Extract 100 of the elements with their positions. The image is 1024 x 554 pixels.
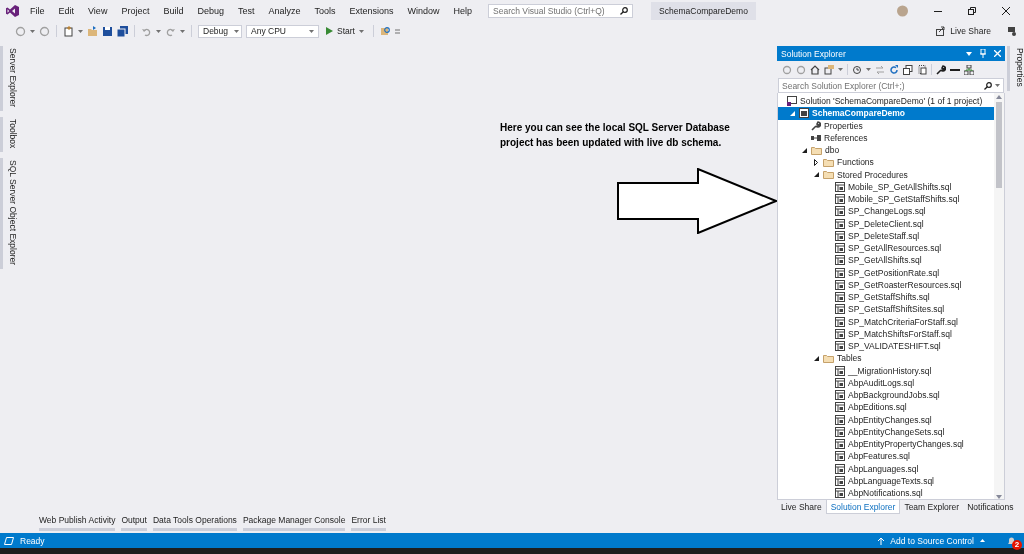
sync-icon[interactable] <box>875 64 885 75</box>
configuration-dropdown[interactable]: Debug <box>198 24 242 38</box>
forward-icon[interactable] <box>39 25 50 37</box>
tree-item[interactable]: dbo <box>778 144 994 157</box>
tree-item[interactable]: Tables <box>778 352 994 365</box>
save-icon[interactable] <box>102 25 113 37</box>
menu-item[interactable]: Analyze <box>261 6 308 16</box>
tree-item[interactable]: AbpFeatures.sql <box>778 450 994 463</box>
tree-item[interactable]: AbpBackgroundJobs.sql <box>778 389 994 402</box>
caret-icon[interactable] <box>995 84 1000 87</box>
collapsed-arrow-icon[interactable] <box>814 158 818 166</box>
caret-icon[interactable] <box>78 29 83 33</box>
tree-item[interactable]: AbpEditions.sql <box>778 401 994 414</box>
menu-item[interactable]: File <box>23 6 52 16</box>
tree-item[interactable]: SP_DeleteClient.sql <box>778 217 994 230</box>
folder-icon <box>823 157 834 167</box>
search-field[interactable]: Search Solution Explorer (Ctrl+;) <box>778 78 1004 93</box>
menu-item[interactable]: Debug <box>190 6 231 16</box>
home-icon[interactable] <box>810 64 820 75</box>
caret-icon[interactable] <box>838 68 843 71</box>
tree-item[interactable]: AbpAuditLogs.sql <box>778 376 994 389</box>
back-icon[interactable] <box>15 25 26 37</box>
source-control-button[interactable]: Add to Source Control <box>878 535 985 546</box>
tree-item[interactable]: Mobile_SP_GetStaffShifts.sql <box>778 193 994 206</box>
script-file-icon <box>835 255 845 266</box>
tree-item[interactable]: __MigrationHistory.sql <box>778 364 994 377</box>
class-diagram-icon[interactable] <box>964 64 974 75</box>
tree-item[interactable]: SP_MatchShiftsForStaff.sql <box>778 327 994 340</box>
tree-item[interactable]: AbpEntityPropertyChanges.sql <box>778 438 994 451</box>
wrench-icon[interactable] <box>936 64 946 75</box>
side-tab[interactable]: Server Explorer <box>0 46 18 112</box>
caret-icon[interactable] <box>866 68 871 71</box>
caret-icon[interactable] <box>966 51 972 56</box>
tree-item[interactable]: References <box>778 131 994 144</box>
panel-tab[interactable]: Solution Explorer <box>825 500 901 514</box>
tree-item[interactable]: Functions <box>778 156 994 169</box>
tree-item[interactable]: AbpEntityChanges.sql <box>778 413 994 426</box>
panel-tab[interactable]: Team Explorer <box>900 500 964 514</box>
search-field[interactable]: Search Visual Studio (Ctrl+Q) <box>488 4 634 18</box>
menu-item[interactable]: Test <box>230 6 262 16</box>
collapse-all-icon[interactable] <box>903 64 913 75</box>
pin-icon[interactable] <box>980 49 986 58</box>
expanded-arrow-icon[interactable] <box>813 355 819 361</box>
restore-icon[interactable] <box>968 7 976 15</box>
back-icon[interactable] <box>782 64 792 75</box>
menu-item[interactable]: Project <box>114 6 157 16</box>
caret-icon[interactable] <box>30 29 35 33</box>
script-file-icon <box>835 194 845 205</box>
refresh-icon[interactable] <box>889 64 899 75</box>
menu-item[interactable]: Build <box>156 6 191 16</box>
panel-tab[interactable]: Live Share <box>777 500 826 514</box>
tree-item[interactable]: Properties <box>778 119 994 132</box>
tree-item[interactable]: SP_VALIDATESHIFT.sql <box>778 340 994 353</box>
live-share-button[interactable]: Live Share <box>932 26 995 36</box>
menu-item[interactable]: View <box>81 6 115 16</box>
close-icon[interactable] <box>1002 7 1010 15</box>
side-tab[interactable]: SQL Server Object Explorer <box>0 158 18 270</box>
tree-item[interactable]: AbpNotifications.sql <box>778 487 994 499</box>
tree-item[interactable]: SP_GetAllShifts.sql <box>778 254 994 267</box>
tree-item[interactable]: AbpLanguages.sql <box>778 462 994 475</box>
tree-item[interactable]: Stored Procedures <box>778 168 994 181</box>
menu-item[interactable]: Window <box>400 6 447 16</box>
tree-item[interactable]: Solution 'SchemaCompareDemo' (1 of 1 project) <box>778 95 994 108</box>
tree-item[interactable]: SP_MatchCriteriaForStaff.sql <box>778 315 994 328</box>
start-button[interactable]: Start <box>323 26 367 36</box>
visual-studio-logo <box>6 5 19 17</box>
caret-icon[interactable] <box>180 29 185 33</box>
tree-item[interactable]: SchemaCompareDemo <box>778 107 994 120</box>
menu-item[interactable]: Extensions <box>342 6 401 16</box>
menu-item[interactable]: Tools <box>307 6 343 16</box>
tree-item[interactable]: SP_GetPositionRate.sql <box>778 266 994 279</box>
expanded-arrow-icon[interactable] <box>801 147 807 153</box>
tree-item[interactable]: SP_GetStaffShiftSites.sql <box>778 303 994 316</box>
tree-item[interactable]: AbpLanguageTexts.sql <box>778 474 994 487</box>
caret-icon[interactable] <box>156 29 161 33</box>
script-file-icon <box>835 181 845 192</box>
menu-item[interactable]: Edit <box>51 6 82 16</box>
panel-tab[interactable]: Notifications <box>963 500 1018 514</box>
tree-item[interactable]: AbpEntityChangeSets.sql <box>778 425 994 438</box>
tree-item[interactable]: SP_ChangeLogs.sql <box>778 205 994 218</box>
tree-item[interactable]: SP_GetRoasterResources.sql <box>778 278 994 291</box>
new-item-icon[interactable] <box>63 25 74 37</box>
save-all-icon[interactable] <box>117 25 128 37</box>
tree-item[interactable]: SP_GetStaffShifts.sql <box>778 291 994 304</box>
menu-item[interactable]: Help <box>446 6 480 16</box>
share-icon <box>936 26 947 36</box>
tree-item[interactable]: SP_GetAllResources.sql <box>778 242 994 255</box>
tree-item[interactable]: SP_DeleteStaff.sql <box>778 229 994 242</box>
history-icon[interactable] <box>852 64 862 75</box>
folder-icon[interactable] <box>87 25 98 37</box>
tree-item[interactable]: Mobile_SP_GetAllShifts.sql <box>778 180 994 193</box>
show-all-files-icon[interactable] <box>917 64 927 75</box>
side-tab[interactable]: Toolbox <box>0 117 18 153</box>
script-file-icon <box>835 267 845 278</box>
platform-dropdown[interactable]: Any CPU <box>246 24 319 38</box>
expanded-arrow-icon[interactable] <box>813 172 819 178</box>
scrollbar[interactable] <box>994 93 1004 499</box>
notification-bell-icon[interactable] <box>1007 535 1016 546</box>
caret-icon <box>309 29 314 33</box>
find-icon[interactable] <box>379 25 391 37</box>
